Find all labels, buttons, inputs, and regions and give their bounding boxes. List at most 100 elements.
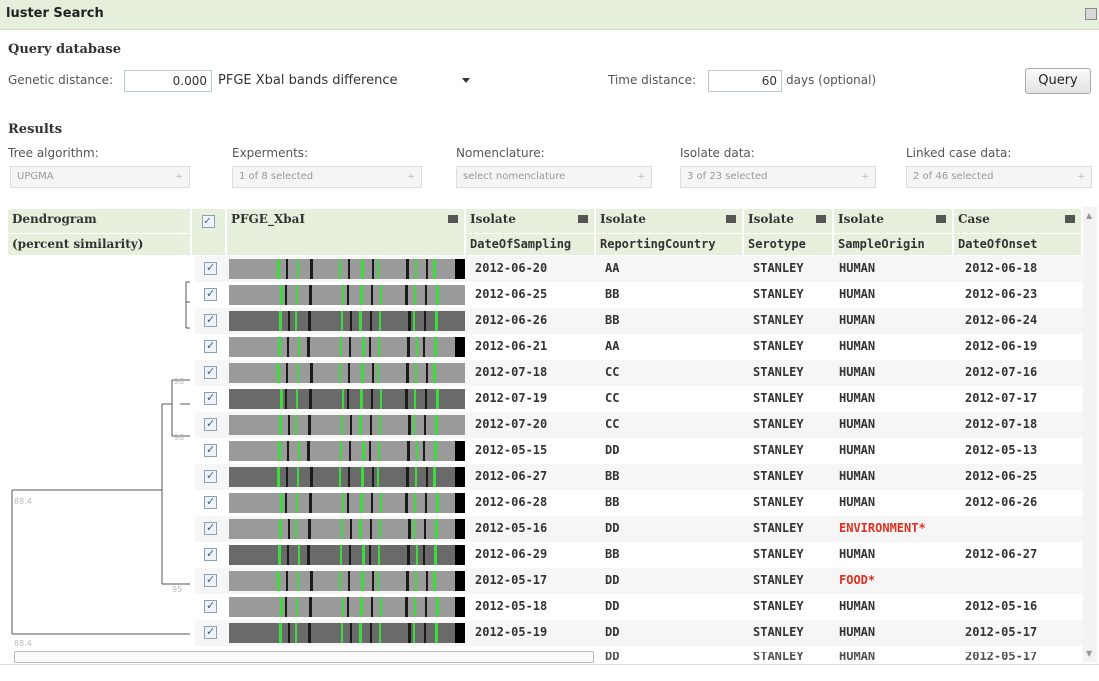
gel-band [360,493,363,513]
column-menu-icon[interactable] [726,215,736,223]
gel-band [426,363,428,383]
table-row[interactable]: 2012-06-21 AA STANLEY HUMAN 2012-06-19 [195,334,1083,360]
scroll-down-icon[interactable]: ▼ [1086,649,1092,658]
table-row[interactable]: 2012-06-26 BB STANLEY HUMAN 2012-06-24 [195,308,1083,334]
table-row[interactable]: 2012-05-16 DD STANLEY ENVIRONMENT* [195,516,1083,542]
gel-band [278,545,281,565]
horizontal-scrollbar[interactable] [14,651,594,663]
gel-band [361,467,364,487]
vertical-scrollbar[interactable]: ▲ ▼ [1083,207,1097,662]
column-menu-icon[interactable] [448,215,458,223]
gel-band [280,597,283,617]
table-row[interactable]: 2012-07-20 CC STANLEY HUMAN 2012-07-18 [195,412,1083,438]
gel-band [434,545,437,565]
row-checkbox[interactable] [204,547,217,561]
cell-onset: 2012-06-25 [965,469,1038,483]
gel-band [369,337,371,357]
row-checkbox[interactable] [204,521,217,535]
gel-band [372,363,374,383]
query-button[interactable]: Query [1025,68,1091,94]
cell-country: BB [605,313,620,327]
gel-band [425,389,427,409]
table-row[interactable]: 2012-06-27 BB STANLEY HUMAN 2012-06-25 [195,464,1083,490]
table-row[interactable]: 2012-06-25 BB STANLEY HUMAN 2012-06-23 [195,282,1083,308]
time-distance-input[interactable]: 60 [708,70,782,92]
row-checkbox[interactable] [204,469,217,483]
column-menu-icon[interactable] [578,215,588,223]
gel-band [369,545,371,565]
table-row[interactable]: 2012-05-15 DD STANLEY HUMAN 2012-05-13 [195,438,1083,464]
row-checkbox[interactable] [204,287,217,301]
linked-case-data-select[interactable]: 2 of 46 selected ÷ [906,166,1092,188]
table-row[interactable]: 2012-07-18 CC STANLEY HUMAN 2012-07-16 [195,360,1083,386]
row-checkbox[interactable] [204,391,217,405]
gel-band [378,337,380,357]
row-checkbox[interactable] [204,573,217,587]
column-menu-icon[interactable] [1065,215,1075,223]
cell-date: 2012-05-16 [475,521,548,535]
table-row[interactable]: 2012-05-19 DD STANLEY HUMAN 2012-05-17 [195,620,1083,646]
tree-algorithm-label: Tree algorithm: [8,146,99,160]
row-checkbox[interactable] [204,625,217,639]
band-end-marker [455,519,465,539]
gel-band [340,441,342,461]
gel-band [415,259,417,279]
gel-band [377,259,379,279]
cell-country: AA [605,261,620,275]
cell-onset: 2012-06-26 [965,495,1038,509]
gel-band [348,467,350,487]
table-row[interactable]: 2012-06-28 BB STANLEY HUMAN 2012-06-26 [195,490,1083,516]
row-checkbox[interactable] [204,495,217,509]
row-checkbox[interactable] [204,313,217,327]
cell-date: 2012-06-26 [475,313,548,327]
cell-onset: 2012-06-27 [965,547,1038,561]
cell-origin: HUMAN [839,287,876,301]
gel-band [360,389,363,409]
isolate-data-select[interactable]: 3 of 23 selected ÷ [680,166,876,188]
band-background [229,519,465,539]
gel-band [308,623,311,643]
cell-origin: HUMAN [839,625,876,639]
column-menu-icon[interactable] [936,215,946,223]
row-checkbox[interactable] [204,365,217,379]
row-checkbox[interactable] [204,339,217,353]
experiments-select[interactable]: 1 of 8 selected ÷ [232,166,422,188]
cell-country: DD [605,625,620,639]
gel-band [414,597,416,617]
cell-serotype: STANLEY [753,469,804,483]
spinner-icon: ÷ [175,172,183,182]
row-checkbox[interactable] [204,417,217,431]
gel-band [380,389,382,409]
minimize-icon[interactable] [1085,8,1097,20]
table-row[interactable]: 2012-07-19 CC STANLEY HUMAN 2012-07-17 [195,386,1083,412]
cell-country: AA [605,339,620,353]
row-checkbox[interactable] [204,261,217,275]
cell-serotype: STANLEY [753,417,804,431]
genetic-distance-input[interactable]: 0.000 [124,70,212,92]
scroll-up-icon[interactable]: ▲ [1086,211,1092,220]
table-row[interactable]: 2012-06-20 AA STANLEY HUMAN 2012-06-18 [195,256,1083,282]
gel-band [350,415,352,435]
gel-band [361,363,364,383]
cell-country: CC [605,391,620,405]
gel-band [350,519,352,539]
table-row[interactable]: 2012-05-18 DD STANLEY HUMAN 2012-05-16 [195,594,1083,620]
tree-algorithm-select[interactable]: UPGMA ÷ [10,166,190,188]
gel-band [297,259,299,279]
band-difference-select[interactable]: PFGE Xbal bands difference [214,70,472,92]
row-checkbox[interactable] [204,443,217,457]
gel-band [433,363,436,383]
column-menu-icon[interactable] [816,215,826,223]
gel-band [362,441,365,461]
nomenclature-select[interactable]: select nomenclature ÷ [456,166,652,188]
gel-band [416,441,418,461]
row-checkbox[interactable] [204,599,217,613]
band-background [229,623,465,643]
table-row[interactable]: 2012-06-29 BB STANLEY HUMAN 2012-06-27 [195,542,1083,568]
gel-band [359,519,362,539]
cell-origin: HUMAN [839,652,876,663]
table-row[interactable]: 2012-05-17 DD STANLEY FOOD* [195,568,1083,594]
col-header-date-top: Isolate [470,212,516,226]
gel-band [280,493,283,513]
select-all-checkbox[interactable] [202,214,215,228]
